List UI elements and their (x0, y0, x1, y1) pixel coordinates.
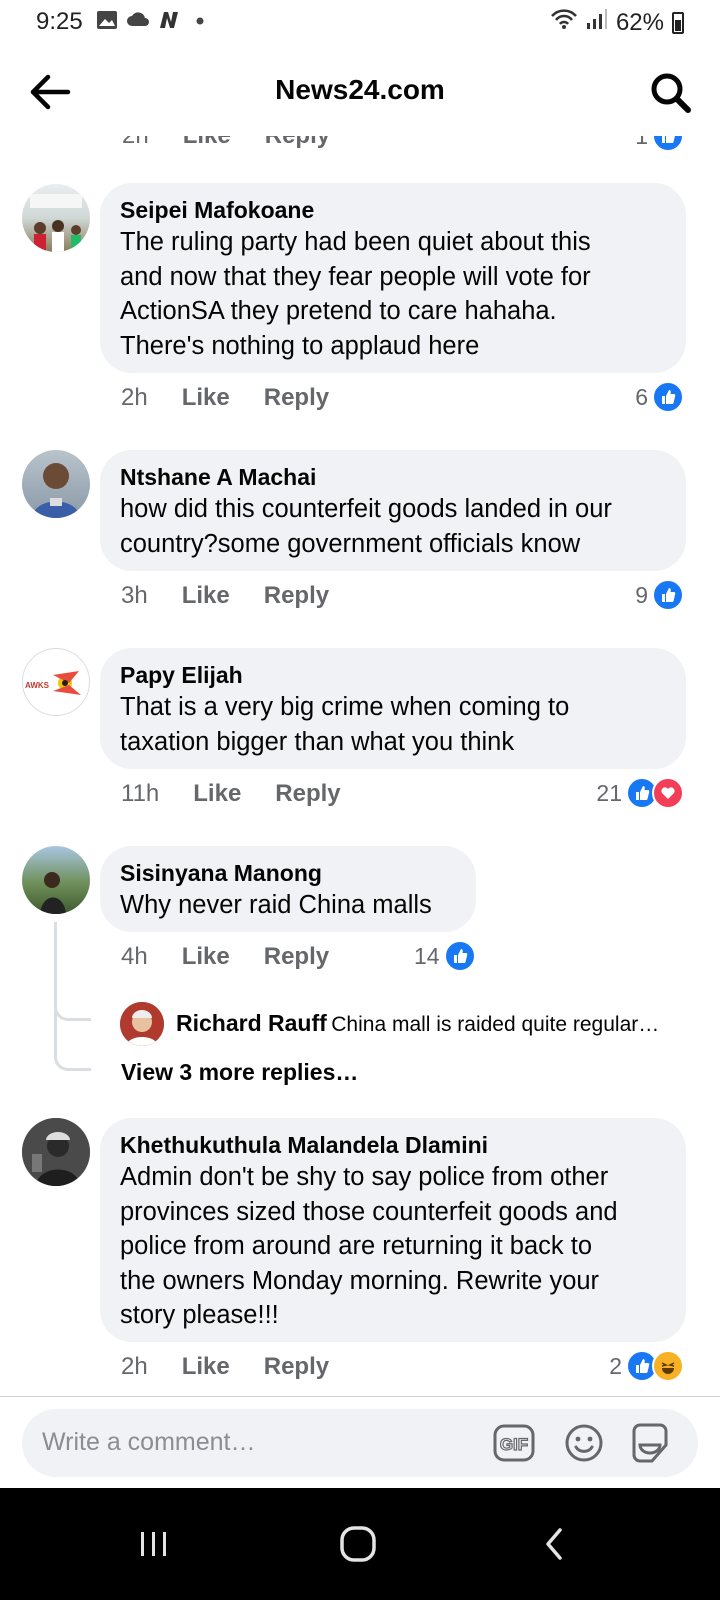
like-reaction-icon (652, 136, 684, 152)
comment-text: That is a very big crime when coming to … (120, 693, 570, 756)
battery-icon (672, 11, 684, 34)
like-button[interactable]: Like (182, 943, 230, 971)
comment-bubble[interactable]: Ntshane A Machai how did this counterfei… (100, 450, 686, 571)
svg-text:GIF: GIF (500, 1435, 528, 1454)
like-reaction-icon (443, 940, 476, 972)
comment-time: 4h (121, 943, 148, 970)
like-button[interactable]: Like (182, 1353, 230, 1381)
wifi-icon (550, 8, 578, 37)
comment-author[interactable]: Sisinyana Manong (120, 858, 456, 888)
comment-text: Admin don't be shy to say police from ot… (120, 1163, 618, 1329)
reply-button[interactable]: Reply (264, 384, 329, 412)
like-reaction-icon (652, 579, 684, 611)
comment-bubble[interactable]: Sisinyana Manong Why never raid China ma… (100, 846, 476, 932)
battery-percent: 62% (615, 8, 664, 36)
view-more-replies-link[interactable]: View 3 more replies… (121, 1059, 358, 1086)
reaction-count[interactable]: 14 (414, 940, 476, 972)
like-button[interactable]: Like (193, 780, 241, 808)
comment-bubble[interactable]: Seipei Mafokoane The ruling party had be… (100, 183, 686, 373)
comment-text: how did this counterfeit goods landed in… (120, 495, 612, 558)
comment-composer-bar: Write a comment… GIF (0, 1396, 720, 1489)
back-nav-icon[interactable] (540, 1526, 570, 1567)
comment-input[interactable]: Write a comment… GIF (22, 1409, 698, 1477)
reaction-count[interactable]: 9 (635, 579, 684, 611)
status-time: 9:25 (36, 8, 83, 35)
comment-time: 2h (121, 1353, 148, 1380)
comment-author[interactable]: Papy Elijah (120, 660, 666, 690)
page-title: News24.com (275, 74, 445, 105)
like-button[interactable]: Like (182, 384, 230, 412)
signal-icon (586, 8, 608, 37)
reaction-count[interactable]: 2 (609, 1350, 684, 1382)
more-notifications-dot-icon (196, 10, 204, 36)
gallery-notification-icon (96, 10, 118, 36)
recent-apps-icon[interactable] (136, 1526, 172, 1567)
avatar[interactable] (22, 846, 90, 914)
partial-comment-meta: 2h Like Reply (122, 136, 330, 150)
haha-reaction-icon (652, 1350, 684, 1382)
gif-icon[interactable]: GIF (492, 1421, 536, 1465)
partial-reaction-count[interactable]: 1 (635, 136, 684, 152)
love-reaction-icon (652, 777, 684, 809)
comment-input-placeholder: Write a comment… (42, 1428, 256, 1456)
reply-text: China mall is raided quite regular… (331, 1013, 660, 1036)
comment-bubble[interactable]: Papy Elijah That is a very big crime whe… (100, 648, 686, 769)
comment-meta: 4h Like Reply (121, 943, 329, 971)
comment-author[interactable]: Khethukuthula Malandela Dlamini (120, 1130, 666, 1160)
news-app-notification-icon (156, 10, 182, 36)
sticker-icon[interactable] (628, 1421, 672, 1465)
status-bar: 9:25 62% (0, 0, 720, 44)
emoji-icon[interactable] (562, 1421, 606, 1465)
comment-time: 11h (121, 780, 160, 807)
reply-button[interactable]: Reply (264, 582, 329, 610)
comment-text: Why never raid China malls (120, 891, 432, 919)
svg-text:AWKS: AWKS (25, 681, 50, 690)
avatar[interactable] (22, 1118, 90, 1186)
comment-bubble[interactable]: Khethukuthula Malandela Dlamini Admin do… (100, 1118, 686, 1342)
reply-button[interactable]: Reply (264, 1353, 329, 1381)
system-navigation-bar (0, 1488, 720, 1600)
partial-previous-comment: 2h Like Reply 1 (0, 136, 720, 156)
comment-author[interactable]: Ntshane A Machai (120, 462, 666, 492)
app-header: News24.com (0, 44, 720, 136)
status-right-cluster: 62% (550, 8, 684, 37)
avatar[interactable] (22, 450, 90, 518)
comment-meta: 3h Like Reply (121, 582, 329, 610)
search-icon[interactable] (648, 70, 694, 116)
reaction-count[interactable]: 6 (635, 381, 684, 413)
comment-text: The ruling party had been quiet about th… (120, 228, 591, 360)
home-icon[interactable] (338, 1524, 378, 1569)
cloud-notification-icon (126, 10, 150, 34)
avatar[interactable] (22, 184, 90, 252)
like-reaction-icon (652, 381, 684, 413)
reply-button[interactable]: Reply (275, 780, 340, 808)
comment-meta: 2h Like Reply (121, 1353, 329, 1381)
thread-line (54, 1010, 91, 1071)
reply-preview[interactable]: Richard Rauff China mall is raided quite… (176, 1010, 696, 1037)
reply-button[interactable]: Reply (264, 943, 329, 971)
like-button[interactable]: Like (182, 582, 230, 610)
avatar[interactable]: AWKS (22, 648, 90, 716)
comment-time: 3h (121, 582, 148, 609)
reaction-count[interactable]: 21 (596, 777, 684, 809)
comment-time: 2h (121, 384, 148, 411)
comment-meta: 11h Like Reply (121, 780, 341, 808)
comment-author[interactable]: Seipei Mafokoane (120, 195, 666, 225)
thread-line (54, 922, 91, 1021)
comment-meta: 2h Like Reply (121, 384, 329, 412)
reply-author[interactable]: Richard Rauff (176, 1010, 327, 1036)
avatar[interactable] (120, 1002, 164, 1046)
